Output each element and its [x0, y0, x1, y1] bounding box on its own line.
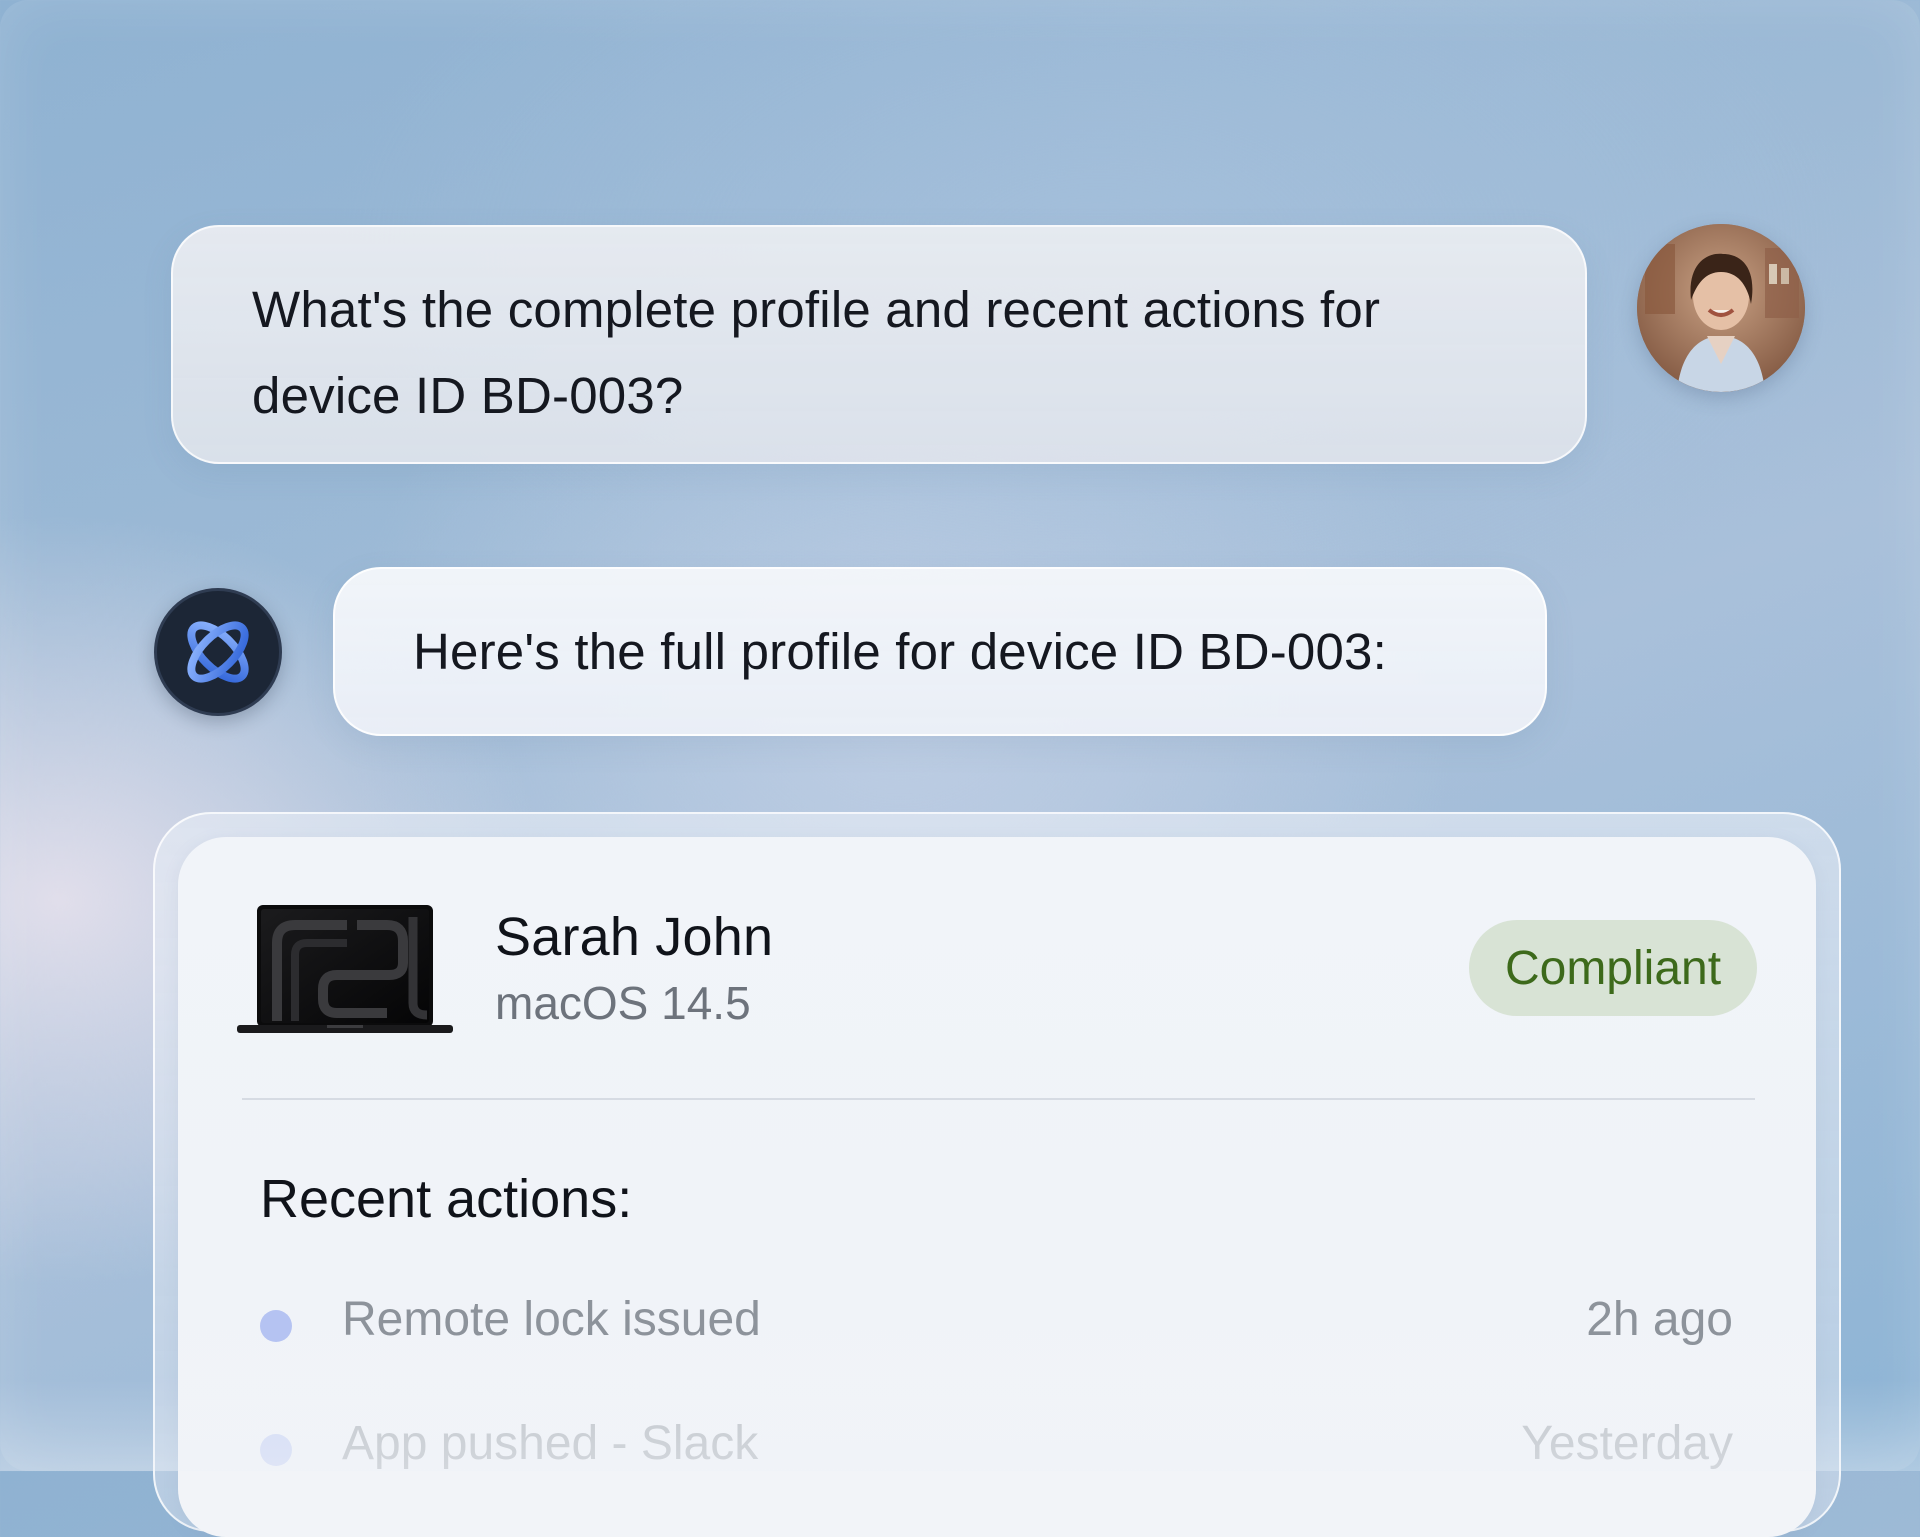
assistant-orbit-logo-icon [187, 621, 249, 683]
card-divider [242, 1098, 1755, 1100]
user-message-line-2: device ID BD-003? [252, 367, 684, 424]
user-avatar[interactable] [1637, 224, 1805, 392]
action-label: App pushed - Slack [342, 1417, 759, 1470]
recent-actions-title: Recent actions: [260, 1169, 633, 1229]
compliance-status-badge: Compliant [1469, 920, 1757, 1016]
action-time: Yesterday [1521, 1417, 1733, 1470]
user-message-bubble: What's the complete profile and recent a… [171, 225, 1587, 464]
macbook-laptop-icon [237, 905, 453, 1033]
user-message-line-1: What's the complete profile and recent a… [252, 281, 1381, 338]
status-dot-icon [260, 1310, 292, 1342]
recent-action-item[interactable]: App pushed - Slack Yesterday [260, 1410, 1733, 1480]
user-avatar-photo [1637, 224, 1805, 392]
status-dot-icon [260, 1434, 292, 1466]
assistant-avatar [154, 588, 282, 716]
device-os-version: macOS 14.5 [495, 977, 751, 1029]
action-time: 2h ago [1586, 1293, 1733, 1346]
assistant-message-bubble: Here's the full profile for device ID BD… [333, 567, 1547, 736]
assistant-message-text: Here's the full profile for device ID BD… [413, 623, 1387, 680]
device-owner-name: Sarah John [495, 907, 774, 967]
recent-action-item[interactable]: Remote lock issued 2h ago [260, 1286, 1733, 1356]
action-label: Remote lock issued [342, 1293, 761, 1346]
